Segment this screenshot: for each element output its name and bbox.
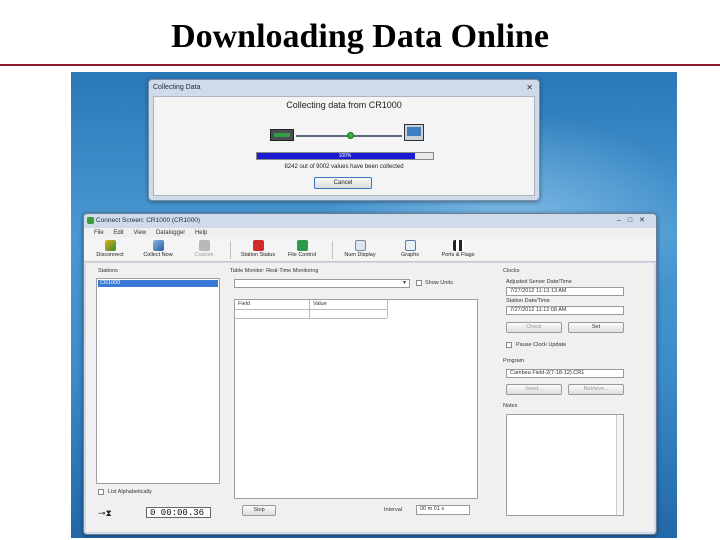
pause-clock-checkbox[interactable] bbox=[506, 342, 512, 348]
menu-view[interactable]: View bbox=[133, 230, 146, 236]
menu-help[interactable]: Help bbox=[195, 230, 207, 236]
progress-label: 100% bbox=[338, 153, 352, 159]
datalogger-icon bbox=[270, 129, 294, 141]
connect-titlebar: Connect Screen: CR1000 (CR1000) –□✕ bbox=[84, 214, 656, 228]
toolbar-separator bbox=[332, 241, 333, 259]
toolbar-separator bbox=[230, 241, 231, 259]
connection-plug-icon: ⊸⧗ bbox=[98, 508, 112, 518]
app-icon bbox=[87, 217, 94, 224]
program-label: Program bbox=[503, 358, 525, 364]
retrieve-program-button[interactable]: Retrieve... bbox=[568, 384, 624, 395]
connect-content: Stations CR1000 List Alphabetically ⊸⧗ 0… bbox=[86, 263, 654, 532]
stations-label: Stations bbox=[98, 268, 118, 274]
collect-now-icon bbox=[152, 240, 164, 251]
desktop-screenshot: Collecting Data ✕ Collecting data from C… bbox=[71, 72, 677, 538]
cancel-button[interactable]: Cancel bbox=[314, 177, 372, 189]
elapsed-timer: 0 00:00.36 bbox=[146, 507, 211, 518]
station-datetime-field: 7/27/2012 11:12:08 AM bbox=[506, 306, 624, 315]
connect-screen-window: Connect Screen: CR1000 (CR1000) –□✕ File… bbox=[83, 213, 657, 535]
title-rule bbox=[0, 64, 720, 66]
num-display-label: Num Display bbox=[344, 252, 376, 258]
table-monitor-label: Table Monitor: Real-Time Monitoring bbox=[230, 268, 319, 274]
list-alphabetically-checkbox[interactable] bbox=[98, 489, 104, 495]
column-divider bbox=[309, 300, 310, 318]
custom-button[interactable]: Custom bbox=[182, 240, 226, 258]
file-control-label: File Control bbox=[287, 252, 317, 258]
collecting-heading: Collecting data from CR1000 bbox=[286, 100, 402, 110]
stations-list[interactable]: CR1000 bbox=[96, 278, 220, 484]
window-controls[interactable]: –□✕ bbox=[617, 214, 652, 228]
connect-window-title: Connect Screen: CR1000 (CR1000) bbox=[96, 217, 201, 224]
station-status-label: Station Status bbox=[240, 252, 276, 258]
graphs-label: Graphs bbox=[400, 252, 420, 258]
transfer-dot-icon bbox=[347, 132, 354, 139]
stop-button[interactable]: Stop bbox=[242, 505, 276, 516]
station-status-button[interactable]: Station Status bbox=[236, 240, 280, 258]
menu-edit[interactable]: Edit bbox=[113, 230, 123, 236]
custom-label: Custom bbox=[194, 252, 214, 258]
num-display-icon bbox=[354, 240, 366, 251]
collect-now-button[interactable]: Collect Now bbox=[136, 240, 180, 258]
toolbar: Disconnect Collect Now Custom Station St… bbox=[84, 238, 656, 262]
program-field: Cambea Field-2(7-18-12).CR1 bbox=[506, 369, 624, 378]
set-clock-button[interactable]: Set bbox=[568, 322, 624, 333]
collection-progress-bar: 100% bbox=[256, 152, 434, 160]
interval-field[interactable]: 00 m 01 s bbox=[416, 505, 470, 515]
notes-scrollbar[interactable] bbox=[616, 415, 623, 515]
pause-clock-label: Pause Clock Update bbox=[516, 342, 567, 348]
column-header-value: Value bbox=[313, 301, 327, 307]
num-display-button[interactable]: Num Display bbox=[338, 240, 382, 258]
collection-status: 8242 out of 9002 values have been collec… bbox=[284, 164, 404, 170]
graphs-button[interactable]: Graphs bbox=[388, 240, 432, 258]
row-divider bbox=[235, 318, 387, 319]
show-units-label: Show Units bbox=[425, 280, 453, 286]
chevron-down-icon: ▼ bbox=[402, 280, 407, 286]
file-control-button[interactable]: File Control bbox=[280, 240, 324, 258]
send-program-button[interactable]: Send... bbox=[506, 384, 562, 395]
disconnect-label: Disconnect bbox=[96, 252, 124, 258]
ports-flags-icon bbox=[452, 240, 464, 251]
disconnect-button[interactable]: Disconnect bbox=[88, 240, 132, 258]
show-units-checkbox[interactable] bbox=[416, 280, 422, 286]
station-status-icon bbox=[252, 240, 264, 251]
close-icon[interactable]: ✕ bbox=[526, 83, 533, 92]
column-divider bbox=[387, 300, 388, 318]
graphs-icon bbox=[404, 240, 416, 251]
adjusted-datetime-label: Adjusted Server Date/Time bbox=[506, 279, 572, 285]
custom-icon bbox=[198, 240, 210, 251]
notes-textarea[interactable] bbox=[506, 414, 624, 516]
header-divider bbox=[235, 309, 387, 310]
disconnect-icon bbox=[104, 240, 116, 251]
ports-flags-label: Ports & Flags bbox=[441, 252, 475, 258]
column-header-field: Field bbox=[238, 301, 250, 307]
table-select[interactable]: ▼ bbox=[234, 279, 410, 288]
menu-file[interactable]: File bbox=[94, 230, 104, 236]
menu-datalogger[interactable]: Datalogger bbox=[156, 230, 185, 236]
notes-label: Notes bbox=[503, 403, 518, 409]
computer-icon bbox=[404, 124, 424, 141]
collect-now-label: Collect Now bbox=[143, 252, 173, 258]
table-monitor-grid[interactable]: Field Value bbox=[234, 299, 478, 499]
station-item[interactable]: CR1000 bbox=[98, 280, 218, 287]
station-datetime-label: Station Date/Time bbox=[506, 298, 550, 304]
collecting-dialog-body: Collecting data from CR1000 100% 8242 ou… bbox=[153, 96, 535, 196]
slide-title: Downloading Data Online bbox=[171, 18, 549, 55]
file-control-icon bbox=[296, 240, 308, 251]
check-clock-button[interactable]: Check bbox=[506, 322, 562, 333]
ports-flags-button[interactable]: Ports & Flags bbox=[436, 240, 480, 258]
clocks-label: Clocks bbox=[503, 268, 520, 274]
adjusted-datetime-field: 7/27/2012 11:13:13 AM bbox=[506, 287, 624, 296]
interval-label: Interval bbox=[384, 507, 403, 513]
collecting-dialog-title: Collecting Data bbox=[153, 84, 201, 91]
collecting-data-dialog: Collecting Data ✕ Collecting data from C… bbox=[148, 79, 540, 201]
menu-bar: File Edit View Datalogger Help bbox=[84, 228, 656, 238]
list-alphabetically-label: List Alphabetically bbox=[108, 489, 152, 495]
